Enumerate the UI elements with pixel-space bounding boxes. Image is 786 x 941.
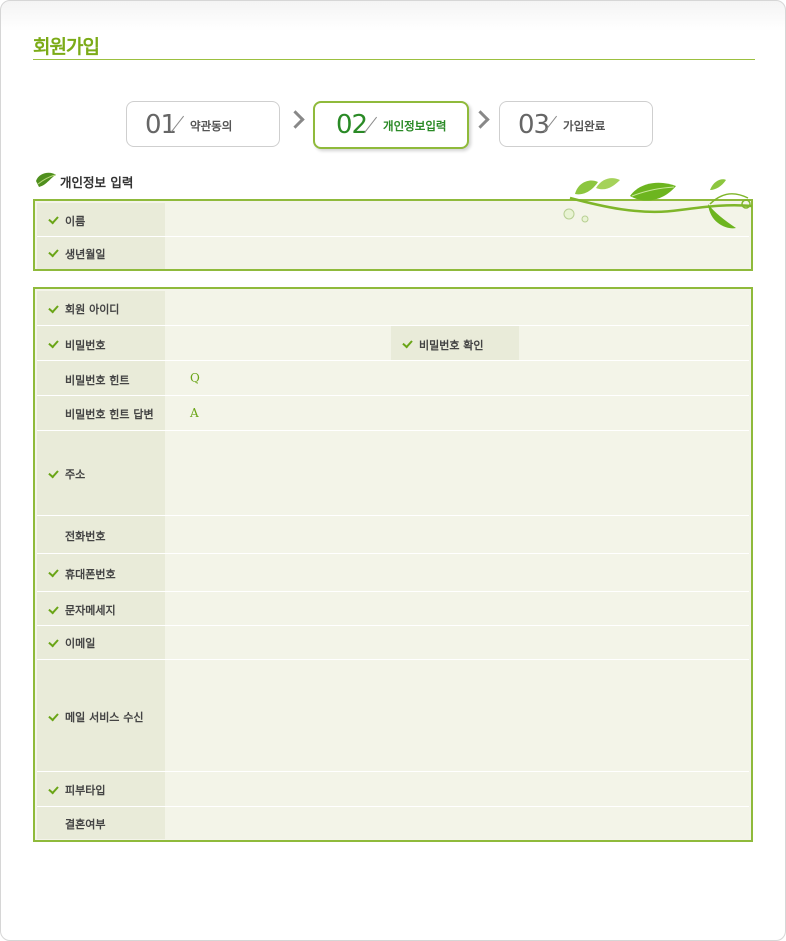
form-row-birthdate: 생년월일 — [37, 237, 749, 269]
field-label: 문자메세지 — [65, 604, 116, 617]
field-label: 비밀번호 — [65, 339, 106, 352]
row-label-cell: 주소 — [37, 431, 165, 515]
row-label-cell: 휴대폰번호 — [37, 554, 165, 591]
answer-mark-label: A — [190, 406, 199, 420]
step-label: 약관동의 — [190, 119, 233, 133]
check-icon — [48, 302, 59, 314]
field-label: 전화번호 — [65, 530, 106, 543]
title-divider — [33, 59, 755, 60]
row-label-cell: 회원 아이디 — [37, 291, 165, 325]
row-label-cell: 문자메세지 — [37, 592, 165, 625]
form-row-marital-status: 결혼여부 — [37, 807, 749, 839]
check-icon — [48, 467, 59, 479]
field-label: 피부타입 — [65, 784, 106, 797]
marital-status-value[interactable] — [165, 807, 749, 839]
form-row-address: 주소 — [37, 431, 749, 516]
field-label: 회원 아이디 — [65, 303, 120, 316]
row-label-cell: 피부타입 — [37, 772, 165, 806]
field-label: 이메일 — [65, 637, 96, 650]
form-row-mail-service: 메일 서비스 수신 — [37, 660, 749, 772]
row-label-cell: 비밀번호 — [37, 326, 165, 360]
field-label: 비밀번호 힌트 답변 — [65, 408, 154, 421]
sms-value[interactable] — [165, 592, 749, 625]
check-icon — [48, 213, 59, 225]
row-label-cell: 메일 서비스 수신 — [37, 660, 165, 771]
form-row-sms: 문자메세지 — [37, 592, 749, 626]
row-label-cell: 이름 — [37, 203, 165, 236]
mobile-value[interactable] — [165, 554, 749, 591]
row-label-cell: 비밀번호 힌트 — [37, 361, 165, 395]
password-hint-value[interactable]: Q — [165, 361, 749, 395]
check-icon — [402, 337, 413, 349]
field-label: 비밀번호 힌트 — [65, 374, 130, 387]
skin-type-value[interactable] — [165, 772, 749, 806]
vine-decoration — [560, 176, 756, 240]
form-row-password: 비밀번호 비밀번호 확인 — [37, 326, 749, 361]
form-row-phone: 전화번호 — [37, 516, 749, 554]
check-icon — [48, 636, 59, 648]
field-label: 주소 — [65, 468, 86, 481]
step-2-personal-info: 02 개인정보입력 — [313, 101, 469, 149]
member-id-value[interactable] — [165, 291, 749, 325]
form-row-skin-type: 피부타입 — [37, 772, 749, 807]
email-value[interactable] — [165, 626, 749, 659]
password-confirm-value[interactable] — [519, 326, 749, 360]
step-label: 개인정보입력 — [383, 119, 447, 133]
check-icon — [48, 783, 59, 795]
phone-value[interactable] — [165, 516, 749, 553]
mail-service-value[interactable] — [165, 660, 749, 771]
step-number: 01 — [145, 110, 177, 140]
form-row-mobile: 휴대폰번호 — [37, 554, 749, 592]
field-label: 생년월일 — [65, 248, 106, 261]
check-icon — [48, 710, 59, 722]
form-row-member-id: 회원 아이디 — [37, 291, 749, 326]
step-1-terms: 01 약관동의 — [126, 101, 280, 147]
row-label-cell: 전화번호 — [37, 516, 165, 553]
step-3-complete: 03 가입완료 — [499, 101, 653, 147]
leaf-icon — [35, 171, 57, 193]
form-row-email: 이메일 — [37, 626, 749, 660]
field-label: 이름 — [65, 215, 86, 228]
field-label: 휴대폰번호 — [65, 568, 116, 581]
field-label: 메일 서비스 수신 — [65, 711, 144, 724]
address-value[interactable] — [165, 431, 749, 515]
password-hint-answer-value[interactable]: A — [165, 396, 749, 430]
field-label: 비밀번호 확인 — [419, 339, 484, 352]
row-label-cell: 이메일 — [37, 626, 165, 659]
row-label-cell: 비밀번호 힌트 답변 — [37, 396, 165, 430]
birthdate-value[interactable] — [165, 237, 749, 269]
step-number: 03 — [518, 110, 550, 140]
step-label: 가입완료 — [563, 119, 606, 133]
page-title: 회원가입 — [33, 36, 100, 58]
question-mark-label: Q — [190, 371, 200, 385]
field-label: 결혼여부 — [65, 818, 106, 831]
row-label-cell: 생년월일 — [37, 237, 165, 269]
form-row-password-hint: 비밀번호 힌트 Q — [37, 361, 749, 396]
check-icon — [48, 337, 59, 349]
form-row-password-hint-answer: 비밀번호 힌트 답변 A — [37, 396, 749, 431]
check-icon — [48, 246, 59, 258]
row-label-cell: 결혼여부 — [37, 807, 165, 839]
check-icon — [48, 603, 59, 615]
password-confirm-label-cell: 비밀번호 확인 — [391, 326, 519, 360]
account-info-table: 회원 아이디 비밀번호 비밀번호 확인 비밀번호 힌트 Q 비밀번호 힌트 답변… — [33, 287, 753, 842]
step-number: 02 — [336, 110, 368, 140]
section-title: 개인정보 입력 — [60, 175, 134, 190]
check-icon — [48, 566, 59, 578]
